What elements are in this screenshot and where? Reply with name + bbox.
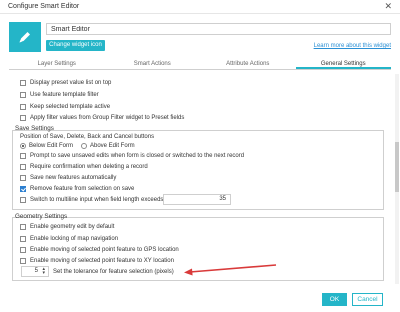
cancel-button[interactable]: Cancel	[352, 293, 383, 306]
annotation-arrow-icon	[184, 264, 277, 276]
ok-button[interactable]: OK	[322, 293, 347, 306]
